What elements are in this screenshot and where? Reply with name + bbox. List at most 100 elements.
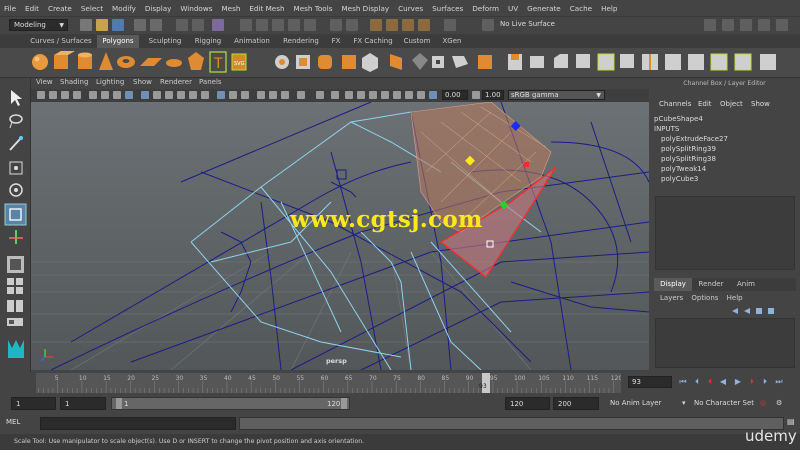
film-gate-icon[interactable] [101,91,109,99]
menu-surfaces[interactable]: Surfaces [428,4,468,13]
append-polygon-icon[interactable] [576,54,590,68]
four-view-layout-icon[interactable] [7,278,23,294]
anti-aliasing-icon[interactable] [281,91,289,99]
menu-modify[interactable]: Modify [108,4,141,13]
animation-start-field[interactable]: 1 [11,397,56,410]
menu-edit[interactable]: Edit [21,4,44,13]
depth-of-field-icon[interactable] [297,91,305,99]
input-node-item[interactable]: polySplitRing39 [654,144,800,154]
tool-settings-icon[interactable] [740,19,752,31]
multisample-icon[interactable] [417,91,425,99]
menu-display[interactable]: Display [140,4,176,13]
menu-generate[interactable]: Generate [523,4,566,13]
new-layer-selected-icon[interactable] [768,308,774,314]
time-slider-track[interactable]: 5 10 15 20 25 30 35 40 45 50 55 60 65 70 75 80 85 90 95 100… [36,373,622,393]
snap-grid-icon[interactable] [240,19,252,31]
poly-cylinder-icon[interactable] [78,52,92,70]
viewport-menu-panels[interactable]: Panels [199,78,222,86]
layer-menu-layers[interactable]: Layers [660,294,683,302]
exposure-field[interactable]: 0.00 [442,90,468,100]
light-toggle-icon[interactable] [381,91,389,99]
shelf-tab-xgen[interactable]: XGen [438,35,466,48]
open-scene-icon[interactable] [96,19,108,31]
anim-preferences-icon[interactable]: ⚙ [776,397,782,410]
tab-anim[interactable]: Anim [730,278,762,291]
construction-history-icon[interactable] [346,19,358,31]
viewport-menu-renderer[interactable]: Renderer [160,78,192,86]
input-node-item[interactable]: polySplitRing38 [654,154,800,164]
multi-cut-icon[interactable] [665,54,681,70]
viewport-menu-show[interactable]: Show [133,78,152,86]
ipr-render-icon[interactable] [402,19,414,31]
shelf-tab-rendering[interactable]: Rendering [280,35,322,48]
channel-box-menu-edit[interactable]: Edit [698,100,712,108]
input-line-icon[interactable] [444,19,456,31]
insert-edge-loop-icon[interactable] [642,54,658,70]
move-layer-up-icon[interactable] [732,308,738,314]
go-to-start-icon[interactable]: ⏮ [678,376,688,387]
new-scene-icon[interactable] [80,19,92,31]
exposure-icon[interactable] [429,91,437,99]
display-toggle-icon[interactable] [369,91,377,99]
shadows-icon[interactable] [201,91,209,99]
lasso-icon[interactable] [9,114,23,129]
tab-display[interactable]: Display [654,278,692,291]
platonic-solid-icon[interactable] [188,52,204,70]
channel-box-icon[interactable] [758,19,770,31]
menu-mesh-tools[interactable]: Mesh Tools [289,4,337,13]
anim-layer-dropdown[interactable]: No Anim Layer [610,397,680,410]
two-view-layout-icon[interactable] [7,300,23,312]
xray-icon[interactable] [217,91,225,99]
gate-mask-icon[interactable] [125,91,133,99]
menu-windows[interactable]: Windows [176,4,217,13]
gamma-icon[interactable] [472,91,480,99]
connect-icon[interactable] [710,53,728,71]
character-set-dropdown[interactable]: No Character Set [694,397,758,410]
step-back-icon[interactable]: ⏴ [692,376,702,387]
save-scene-icon[interactable] [112,19,124,31]
snap-view-icon[interactable] [288,19,300,31]
channel-box-menu-show[interactable]: Show [751,100,770,108]
menu-cache[interactable]: Cache [565,4,596,13]
undo-icon[interactable] [134,19,146,31]
poly-cone-icon[interactable] [99,52,113,70]
tab-render[interactable]: Render [694,278,728,291]
extrude-icon[interactable] [508,54,522,70]
shelf-tab-sculpting[interactable]: Sculpting [144,35,186,48]
animation-end-field[interactable]: 200 [553,397,599,410]
viewport-menu-shading[interactable]: Shading [60,78,88,86]
script-language-label[interactable]: MEL [6,418,20,426]
range-bar[interactable]: 1 120 [111,397,350,410]
menu-edit-mesh[interactable]: Edit Mesh [245,4,289,13]
viewport-menu-lighting[interactable]: Lighting [96,78,124,86]
camera-attributes-icon[interactable] [49,91,57,99]
menu-select[interactable]: Select [76,4,107,13]
fill-hole-icon[interactable] [452,56,468,68]
layer-menu-options[interactable]: Options [691,294,718,302]
current-frame-field[interactable]: 93 [628,376,672,388]
menu-create[interactable]: Create [43,4,76,13]
wireframe-icon[interactable] [141,91,149,99]
channel-box-menu-object[interactable]: Object [720,100,743,108]
redo-icon[interactable] [150,19,162,31]
menu-mesh[interactable]: Mesh [217,4,245,13]
motion-blur-icon[interactable] [269,91,277,99]
viewport-menu-view[interactable]: View [36,78,53,86]
perspective-viewport[interactable] [31,102,649,370]
range-end-handle[interactable] [341,398,347,409]
poly-torus-icon[interactable] [117,56,135,68]
menu-curves[interactable]: Curves [394,4,428,13]
textured-icon[interactable] [177,91,185,99]
new-layer-icon[interactable] [756,308,762,314]
history-icon[interactable] [330,19,342,31]
play-forward-icon[interactable]: ▶ [733,376,743,387]
input-node-item[interactable]: polyTweak14 [654,164,800,174]
xray-joints-icon[interactable] [229,91,237,99]
play-backward-icon[interactable]: ◀ [718,376,728,387]
outliner-layout-icon[interactable] [7,318,23,326]
step-forward-icon[interactable]: ⏵ [760,376,770,387]
menu-deform[interactable]: Deform [468,4,504,13]
wireframe-on-shaded-icon[interactable] [165,91,173,99]
range-start-handle[interactable] [116,398,122,409]
move-tool-icon[interactable] [9,161,23,175]
